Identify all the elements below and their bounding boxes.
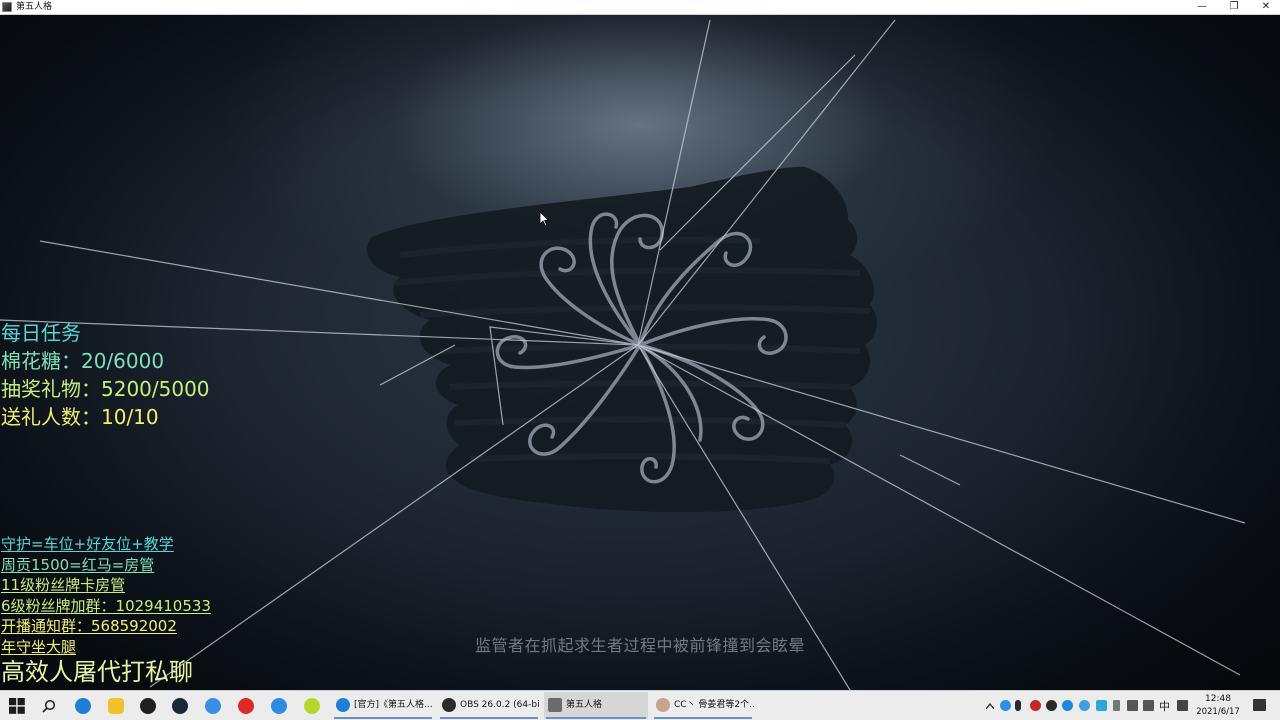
game-viewport[interactable]: 每日任务 棉花糖：20/6000 抽奖礼物：5200/5000 送礼人数：10/…: [0, 15, 1280, 690]
task-label: CC丶 骨姜君等2个...: [674, 700, 754, 710]
netease-tray-icon[interactable]: [1030, 700, 1041, 711]
daily-task-title: 每日任务: [1, 321, 81, 345]
task-chat[interactable]: CC丶 骨姜君等2个...: [652, 692, 754, 719]
keyboard-icon[interactable]: [1177, 700, 1188, 711]
volume-icon[interactable]: [1143, 700, 1154, 711]
network-icon[interactable]: [1127, 700, 1138, 711]
shield-icon[interactable]: [1062, 700, 1073, 711]
taskbar: [官方]《第五人格... OBS 26.0.2 (64-bi... 第五人格 C…: [0, 690, 1280, 720]
tray-app-icon[interactable]: [1000, 700, 1011, 711]
fan-badge-11-text: 11级粉丝牌卡房管: [1, 576, 126, 594]
usb-icon[interactable]: [1113, 700, 1120, 711]
fan-group-text: 6级粉丝牌加群：1029410533: [1, 596, 211, 615]
window-title: 第五人格: [16, 2, 53, 12]
task-game[interactable]: 第五人格: [544, 692, 648, 719]
task-label: [官方]《第五人格...: [354, 700, 433, 710]
obs-icon: [442, 698, 456, 712]
cotton-candy-progress: 棉花糖：20/6000: [1, 349, 165, 373]
lottery-gift-progress: 抽奖礼物：5200/5000: [1, 377, 210, 401]
task-label: 第五人格: [566, 700, 603, 710]
clock-date[interactable]: 2021/6/17: [1196, 707, 1240, 717]
loading-tip: 监管者在抓起求生者过程中被前锋撞到会眩晕: [474, 636, 805, 655]
chevron-up-icon[interactable]: [986, 703, 994, 709]
app-icon-green[interactable]: [304, 698, 320, 714]
task-obs[interactable]: OBS 26.0.2 (64-bi...: [438, 692, 540, 719]
ime-indicator[interactable]: 中: [1159, 698, 1170, 714]
app-icon: [2, 2, 12, 12]
sync-icon[interactable]: [1079, 700, 1090, 711]
task-edge-browser[interactable]: [官方]《第五人格...: [332, 692, 434, 719]
tray-blue-icon[interactable]: [1096, 700, 1107, 711]
avatar-icon: [656, 698, 670, 712]
clock-time[interactable]: 12:48: [1196, 694, 1240, 704]
task-label: OBS 26.0.2 (64-bi...: [460, 700, 540, 710]
browser-icon[interactable]: [205, 698, 221, 714]
loading-artwork: [0, 19, 1246, 690]
close-button[interactable]: ✕: [1250, 0, 1280, 14]
start-button[interactable]: [0, 691, 34, 720]
promo-text: 高效人屠代打私聊: [1, 658, 193, 686]
edge-icon: [336, 698, 350, 712]
mouse-cursor-icon: [540, 212, 550, 227]
weekly-contribution-text: 周贡1500=红马=房管: [1, 555, 155, 574]
notification-icon[interactable]: [1253, 699, 1266, 711]
netease-music-icon[interactable]: [238, 698, 254, 714]
gift-senders-progress: 送礼人数：10/10: [1, 405, 159, 429]
chrome-icon[interactable]: [271, 698, 287, 714]
search-icon: [42, 699, 56, 713]
edge-icon[interactable]: [75, 698, 91, 714]
microphone-icon[interactable]: [1015, 700, 1021, 711]
game-icon: [548, 698, 562, 712]
guard-benefit-text: 守护=车位+好友位+教学: [1, 535, 174, 553]
qq-icon[interactable]: [140, 698, 156, 714]
search-button[interactable]: [36, 691, 62, 720]
window-title-bar: 第五人格 — ❐ ✕: [0, 0, 1280, 15]
minimize-button[interactable]: —: [1186, 0, 1218, 14]
file-explorer-icon[interactable]: [108, 698, 124, 714]
steam-icon[interactable]: [172, 698, 188, 714]
restore-button[interactable]: ❐: [1218, 0, 1250, 14]
windows-logo-icon: [9, 698, 25, 714]
obs-tray-icon[interactable]: [1046, 700, 1057, 711]
brush-banner: [367, 166, 877, 512]
